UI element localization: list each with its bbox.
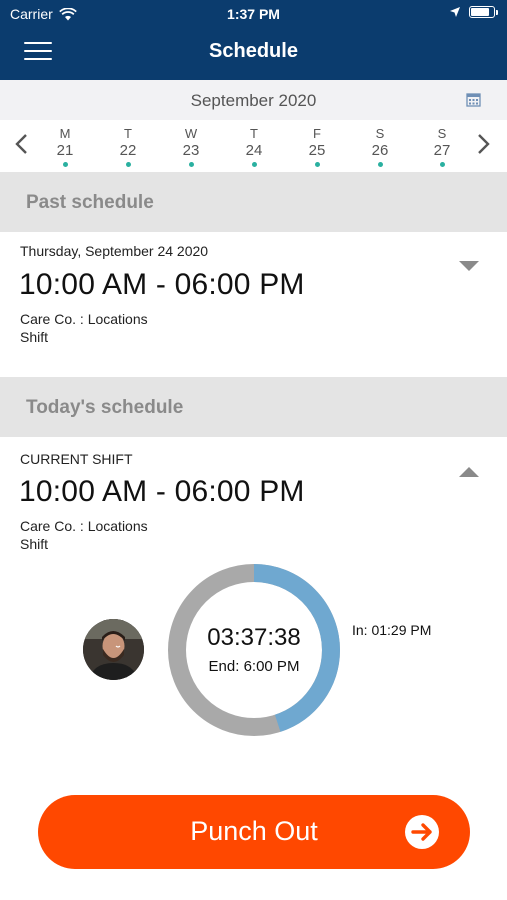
day-letter: W (184, 126, 198, 141)
week-strip: M 21 T 22 W 23 T 24 F 25 S 26 S 27 (0, 120, 507, 175)
month-title: September 2020 (190, 91, 317, 110)
day-27[interactable]: S 27 (422, 126, 462, 167)
location-arrow-icon (450, 7, 460, 17)
schedule-dot (314, 162, 320, 167)
month-bar: September 2020 (0, 80, 507, 120)
day-22[interactable]: T 22 (108, 126, 148, 167)
todays-schedule-header: Today's schedule (0, 377, 507, 437)
day-letter: F (313, 126, 321, 141)
schedule-dot (377, 162, 383, 167)
past-shift-type: Shift (20, 329, 49, 345)
day-letter: S (437, 126, 447, 141)
punch-in-time: In: 01:29 PM (352, 622, 432, 638)
arrow-right-circle-icon (405, 815, 439, 849)
schedule-dot (125, 162, 131, 167)
status-time: 1:37 PM (227, 6, 280, 22)
schedule-dot (188, 162, 194, 167)
past-schedule-header: Past schedule (0, 172, 507, 232)
battery-level (471, 8, 489, 16)
current-shift-label: CURRENT SHIFT (20, 451, 133, 467)
day-number: 21 (56, 142, 74, 159)
past-shift-location: Care Co. : Locations (20, 311, 148, 327)
past-shift-time: 10:00 AM - 06:00 PM (19, 268, 305, 301)
day-26[interactable]: S 26 (360, 126, 400, 167)
day-number: 27 (433, 142, 451, 159)
schedule-dot (62, 162, 68, 167)
day-letter: T (250, 126, 258, 141)
chevron-down-icon[interactable] (458, 260, 480, 272)
day-number: 24 (245, 142, 263, 159)
current-shift-time: 10:00 AM - 06:00 PM (19, 475, 305, 508)
day-letter: M (59, 126, 71, 141)
day-23[interactable]: W 23 (171, 126, 211, 167)
past-shift-date: Thursday, September 24 2020 (20, 243, 209, 259)
end-time: End: 6:00 PM (208, 658, 300, 675)
battery-icon (469, 6, 498, 18)
punch-out-button[interactable]: Punch Out (38, 795, 470, 869)
page-title: Schedule (209, 40, 298, 62)
current-shift-location: Care Co. : Locations (20, 518, 148, 534)
day-number: 22 (119, 142, 137, 159)
avatar-image (83, 619, 144, 680)
chevron-right-icon[interactable] (473, 132, 493, 156)
schedule-dot (251, 162, 257, 167)
day-letter: S (375, 126, 385, 141)
status-bar: Carrier 1:37 PM (0, 0, 507, 28)
day-number: 23 (182, 142, 200, 159)
past-shift-card[interactable]: Thursday, September 24 2020 10:00 AM - 0… (0, 232, 507, 377)
day-24[interactable]: T 24 (234, 126, 274, 167)
todays-schedule-title: Today's schedule (26, 397, 184, 418)
chevron-up-icon[interactable] (458, 466, 480, 478)
past-schedule-title: Past schedule (26, 192, 154, 213)
calendar-icon[interactable] (466, 92, 481, 107)
app-header: Carrier 1:37 PM Schedule (0, 0, 507, 80)
current-shift-type: Shift (20, 536, 49, 552)
day-letter: T (124, 126, 132, 141)
chevron-left-icon[interactable] (12, 132, 32, 156)
day-25[interactable]: F 25 (297, 126, 337, 175)
schedule-dot (439, 162, 445, 167)
day-number: 25 (308, 142, 326, 159)
day-number: 26 (371, 142, 389, 159)
avatar (83, 619, 144, 680)
elapsed-timer: 03:37:38 (207, 624, 301, 651)
status-right (449, 6, 498, 18)
day-21[interactable]: M 21 (45, 126, 85, 167)
